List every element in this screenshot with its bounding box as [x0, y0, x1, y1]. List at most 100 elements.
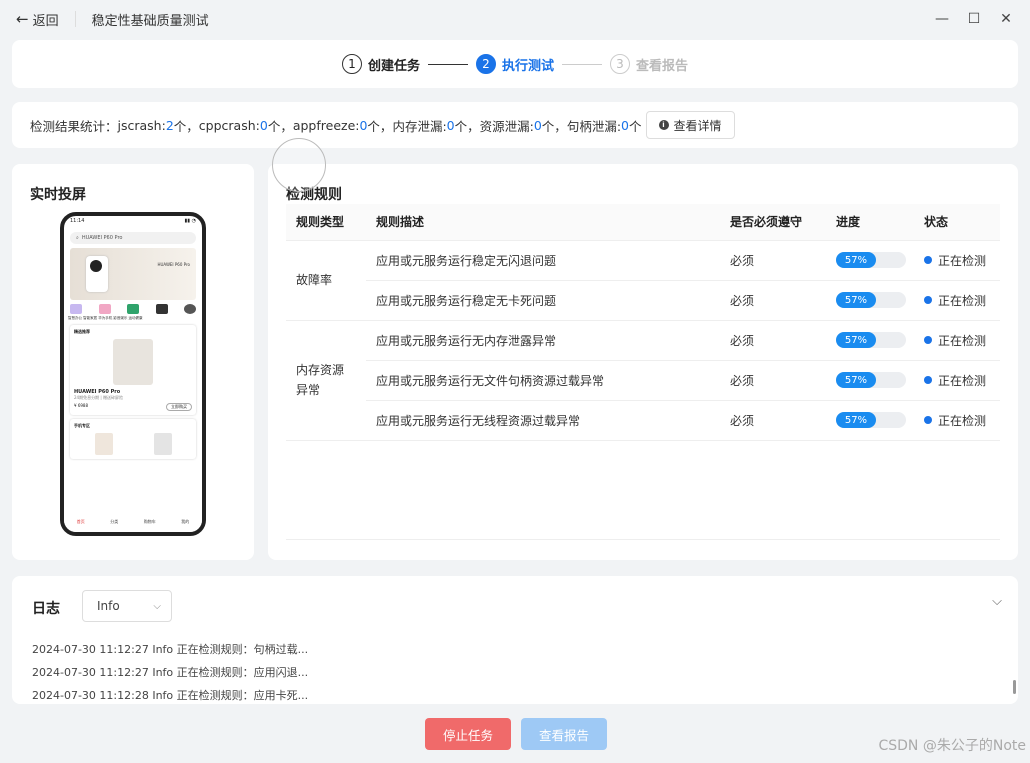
log-level-value: Info	[97, 599, 120, 613]
status-dot-icon	[924, 416, 932, 424]
stat-unit: 个，	[173, 118, 199, 134]
step-label: 创建任务	[367, 58, 420, 74]
screen-mirror-panel: 实时投屏 11:14 ▮▮ ◔ ⌕ HUAWEI P60 Pro HUAWEI …	[12, 164, 254, 560]
step-label: 查看报告	[636, 58, 689, 74]
collapse-chevron-icon[interactable]: ⌵	[992, 594, 1002, 609]
status-text: 正在检测	[938, 413, 987, 428]
phone-product-desc: 24期免息分期 | 赠送碎屏险	[74, 395, 123, 400]
step-run-test: 2 执行测试	[475, 54, 554, 74]
close-icon[interactable]: ✕	[990, 6, 1022, 32]
rule-desc-cell: 应用或元服务运行无内存泄露异常	[366, 320, 720, 361]
rule-progress-cell: 57%	[826, 320, 914, 361]
phone-nav-category: 分类	[110, 519, 119, 524]
phone-status-bar: 11:14 ▮▮ ◔	[64, 216, 202, 228]
log-lines: 2024-07-30 11:12:27 Info 正在检测规则：句柄过载... …	[32, 638, 308, 707]
column-header: 规则类型	[286, 204, 366, 241]
step-number: 2	[475, 54, 496, 74]
phone-banner-text: HUAWEI P60 Pro	[157, 262, 190, 267]
log-title: 日志	[32, 601, 60, 617]
window-controls: — ☐ ✕	[926, 6, 1022, 32]
step-create-task: 1 创建任务	[341, 54, 420, 74]
view-details-button[interactable]: i 查看详情	[645, 111, 735, 139]
phone-section-title: 精选推荐	[74, 329, 90, 334]
watch-icon	[184, 304, 196, 314]
table-header-row: 规则类型 规则描述 是否必须遵守 进度 状态	[286, 204, 1000, 241]
rule-desc-cell: 应用或元服务运行稳定无闪退问题	[366, 240, 720, 281]
phone-banner: HUAWEI P60 Pro	[70, 248, 196, 300]
minimize-icon[interactable]: —	[926, 6, 958, 32]
phone-nav-mine: 我的	[181, 519, 190, 524]
view-details-label: 查看详情	[673, 118, 722, 133]
phone-signal-icon: ▮▮ ◔	[184, 218, 196, 224]
phone-search-bar: ⌕ HUAWEI P60 Pro	[70, 232, 196, 244]
rule-required-cell: 必须	[720, 240, 826, 281]
column-header: 规则描述	[366, 204, 720, 241]
stop-task-button[interactable]: 停止任务	[425, 718, 511, 750]
log-line: 2024-07-30 11:12:27 Info 正在检测规则：句柄过载...	[32, 643, 309, 656]
phone-buy-button: 立即购买	[166, 403, 192, 411]
status-dot-icon	[924, 336, 932, 344]
watermark: CSDN @朱公子的Note	[878, 738, 1026, 754]
step-view-report: 3 查看报告	[610, 54, 688, 74]
phone-zone-card: 手机专区	[70, 419, 196, 459]
stat-handle-leak-label: 句柄泄漏:	[566, 118, 622, 134]
rule-required-cell: 必须	[720, 400, 826, 441]
log-panel: 日志 Info ⌵ ⌵ 2024-07-30 11:12:27 Info 正在检…	[12, 576, 1018, 704]
progress-bar: 57%	[836, 292, 906, 308]
rule-desc-cell: 应用或元服务运行无文件句柄资源过载异常	[366, 360, 720, 401]
status-dot-icon	[924, 256, 932, 264]
phone-nav-cart: 购物车	[143, 519, 156, 524]
maximize-icon[interactable]: ☐	[958, 6, 990, 32]
back-label: 返回	[32, 13, 59, 29]
phone-recommend-card: 精选推荐 HUAWEI P60 Pro 24期免息分期 | 赠送碎屏险 ¥ 69…	[70, 325, 196, 415]
stat-unit: 个	[628, 118, 642, 134]
stat-appfreeze-value: 0	[359, 117, 368, 133]
phone-search-icon: ⌕	[76, 235, 79, 241]
stats-prefix: 检测结果统计：	[30, 118, 118, 134]
back-button[interactable]: ← 返回	[16, 10, 59, 29]
phone-product-photo	[113, 339, 153, 385]
table-row: 应用或元服务运行稳定无卡死问题 必须 57% 正在检测	[286, 280, 1000, 321]
stat-unit: 个，	[367, 118, 393, 134]
stat-unit: 个，	[267, 118, 293, 134]
log-scrollbar[interactable]	[1013, 680, 1016, 694]
column-header: 进度	[826, 204, 914, 241]
screen-mirror-title: 实时投屏	[30, 187, 86, 203]
phone-thumb	[153, 433, 172, 455]
home-icon	[98, 304, 111, 314]
rules-table: 规则类型 规则描述 是否必须遵守 进度 状态 故障率 应用或元服务运行稳定无闪退…	[286, 204, 1000, 441]
bottom-actions: 停止任务 查看报告	[425, 718, 607, 750]
step-number: 3	[610, 54, 630, 74]
result-stats-bar: 检测结果统计： jscrash: 2 个， cppcrash: 0 个， appfr…	[12, 102, 1018, 148]
rules-panel: 检测规则 规则类型 规则描述 是否必须遵守 进度 状态 故障率 应用或元服务运行…	[268, 164, 1018, 560]
stat-cppcrash-label: cppcrash:	[198, 117, 260, 133]
stat-unit: 个，	[541, 118, 567, 134]
log-level-select[interactable]: Info ⌵	[82, 590, 172, 622]
phone-thumb	[94, 433, 113, 455]
status-dot-icon	[924, 296, 932, 304]
rule-required-cell: 必须	[720, 320, 826, 361]
phone-time: 11:14	[70, 218, 85, 224]
rule-desc-cell: 应用或元服务运行稳定无卡死问题	[366, 280, 720, 321]
column-header: 状态	[914, 204, 1000, 241]
rule-status-cell: 正在检测	[914, 240, 1000, 281]
chevron-down-icon: ⌵	[153, 600, 161, 612]
progress-fill: 57%	[836, 372, 876, 388]
rule-status-cell: 正在检测	[914, 280, 1000, 321]
table-row: 故障率 应用或元服务运行稳定无闪退问题 必须 57% 正在检测	[286, 240, 1000, 321]
title-divider	[74, 11, 76, 27]
rule-progress-cell: 57%	[826, 400, 914, 441]
status-text: 正在检测	[938, 253, 987, 268]
phone-search-text: HUAWEI P60 Pro	[81, 235, 123, 241]
rule-status-cell: 正在检测	[914, 400, 1000, 441]
view-report-button[interactable]: 查看报告	[521, 718, 607, 750]
stat-jscrash-value: 2	[165, 117, 174, 133]
progress-fill: 57%	[836, 332, 876, 348]
log-line: 2024-07-30 11:12:28 Info 正在检测规则：应用卡死...	[32, 689, 309, 702]
table-row: 内存资源异常 应用或元服务运行无内存泄露异常 必须 57% 正在检测	[286, 320, 1000, 441]
phone-screen[interactable]: 11:14 ▮▮ ◔ ⌕ HUAWEI P60 Pro HUAWEI P60 P…	[60, 212, 206, 536]
info-icon: i	[658, 120, 669, 130]
phone-category-labels: 智慧办公 智能家居 华为手机 影音娱乐 运动健康	[68, 316, 143, 320]
status-text: 正在检测	[938, 333, 987, 348]
progress-fill: 57%	[836, 412, 876, 428]
